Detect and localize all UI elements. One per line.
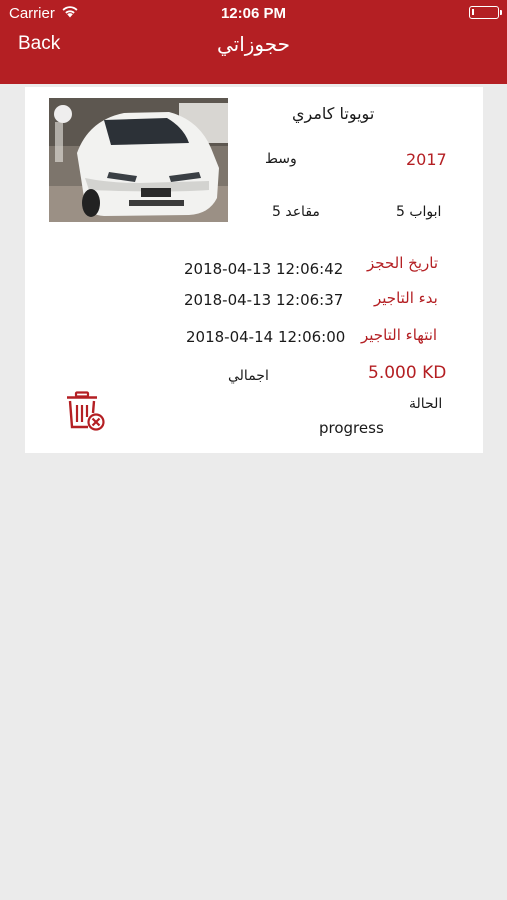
delete-booking-button[interactable] (65, 391, 109, 433)
car-doors: 5 ابواب (396, 204, 442, 220)
total-label: اجمالي (228, 368, 269, 384)
status-time: 12:06 PM (220, 5, 287, 22)
car-year: 2017 (406, 150, 447, 169)
trash-delete-icon (67, 391, 105, 431)
rent-start-value: 2018-04-13 12:06:37 (184, 291, 344, 309)
page-title: حجوزاتي (216, 32, 291, 56)
rent-end-label: انتهاء التاجير (361, 326, 438, 344)
navigation-bar: Carrier 12:06 PM Back حجوزاتي (0, 0, 507, 84)
status-value: progress (319, 419, 384, 437)
battery-icon (469, 6, 502, 19)
my-bookings-screen: Carrier 12:06 PM Back حجوزاتي تويوتا كام… (0, 0, 507, 900)
booking-card[interactable]: تويوتا كامري 2017 وسط 5 ابواب 5 مقاعد تا… (25, 87, 483, 453)
car-photo (49, 98, 228, 222)
booking-date-label: تاريخ الحجز (367, 254, 438, 272)
car-category: وسط (265, 151, 297, 167)
booking-date-value: 2018-04-13 12:06:42 (184, 260, 344, 278)
car-seats: 5 مقاعد (272, 204, 320, 220)
status-label: الحالة (409, 396, 443, 412)
rent-end-value: 2018-04-14 12:06:00 (186, 328, 346, 346)
car-name: تويوتا كامري (292, 104, 375, 123)
total-value: 5.000 KD (368, 363, 447, 383)
rent-start-label: بدء التاجير (374, 289, 438, 307)
